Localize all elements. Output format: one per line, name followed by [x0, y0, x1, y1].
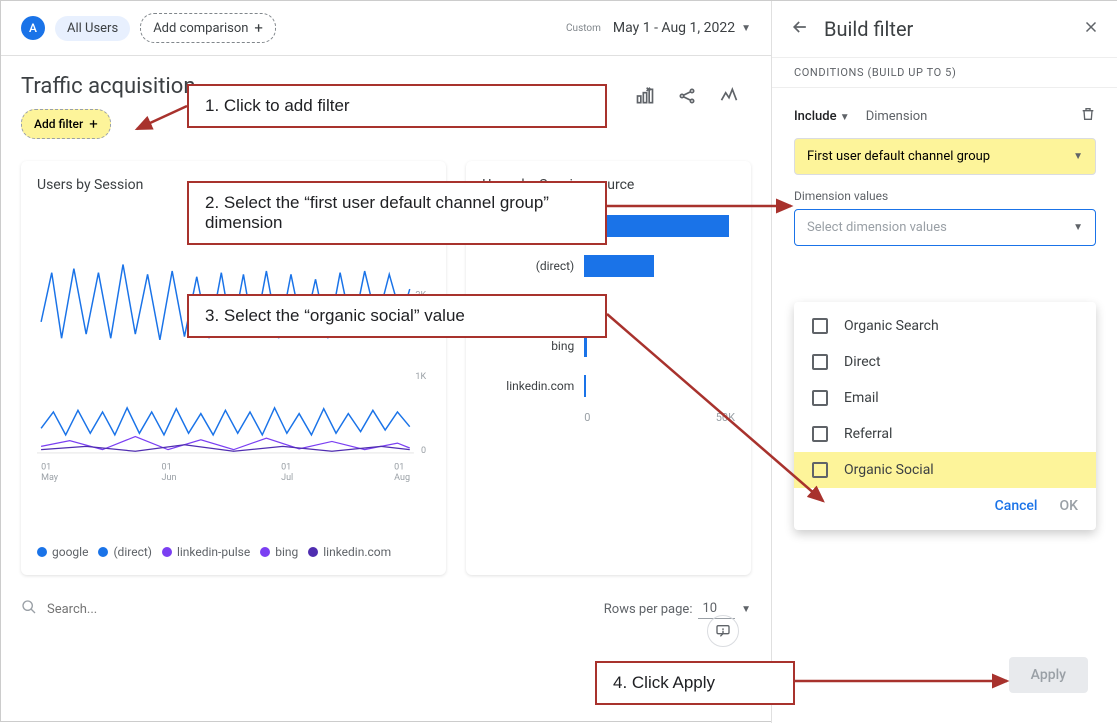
dimension-selected-text: First user default channel group — [807, 149, 990, 164]
include-toggle[interactable]: Include ▼ — [794, 109, 850, 124]
dimension-values-label: Dimension values — [794, 189, 1096, 203]
annotation-step1: 1. Click to add filter — [187, 84, 607, 128]
panel-title: Build filter — [824, 17, 1068, 41]
svg-text:01: 01 — [281, 462, 291, 472]
conditions-header: CONDITIONS (BUILD UP TO 5) — [772, 57, 1117, 88]
date-range-text: May 1 - Aug 1, 2022 — [613, 20, 735, 36]
dimension-label: Dimension — [866, 109, 928, 124]
checkbox-icon — [812, 462, 828, 478]
close-icon[interactable] — [1082, 18, 1100, 40]
svg-text:1K: 1K — [415, 372, 426, 382]
annotation-step2: 2. Select the “first user default channe… — [187, 181, 607, 245]
segment-chip-all-users[interactable]: All Users — [55, 16, 130, 41]
chart1-legend: google (direct) linkedin-pulse bing link… — [37, 545, 430, 559]
bar-fill — [584, 335, 587, 357]
bar-fill — [584, 375, 586, 397]
bar-label: bing — [482, 339, 574, 353]
option-label: Organic Social — [844, 462, 934, 478]
dimension-values-dropdown: Organic Search Direct Email Referral Organic… — [794, 302, 1096, 530]
svg-text:0: 0 — [421, 446, 426, 456]
svg-text:May: May — [41, 473, 59, 483]
dimension-values-select[interactable]: Select dimension values ▼ — [794, 209, 1096, 246]
option-label: Referral — [844, 426, 892, 442]
dimension-value-option[interactable]: Organic Social — [794, 452, 1096, 488]
search-icon — [21, 599, 37, 619]
chevron-down-icon: ▼ — [741, 23, 751, 34]
segment-avatar: A — [21, 16, 45, 40]
dimension-value-option[interactable]: Organic Search — [794, 308, 1096, 344]
svg-text:Jul: Jul — [281, 473, 293, 483]
checkbox-icon — [812, 390, 828, 406]
plus-icon: + — [89, 115, 98, 133]
insights-icon[interactable] — [719, 86, 739, 111]
option-label: Direct — [844, 354, 881, 370]
checkbox-icon — [812, 426, 828, 442]
dimension-value-option[interactable]: Referral — [794, 416, 1096, 452]
bar-row: bing — [482, 335, 735, 357]
add-comparison-label: Add comparison — [153, 21, 248, 36]
dimension-value-option[interactable]: Direct — [794, 344, 1096, 380]
bar-fill — [584, 255, 653, 277]
dropdown-ok-button[interactable]: OK — [1060, 498, 1079, 514]
chevron-down-icon: ▼ — [1073, 222, 1083, 233]
delete-condition-icon[interactable] — [1080, 106, 1096, 126]
bar-row: (direct) — [482, 255, 735, 277]
line-chart: 2K 1K 0 01 May 01 Jun 01 Jul 01 Aug — [37, 211, 430, 531]
bar-xtick: 50K — [716, 411, 735, 424]
annotation-step4: 4. Click Apply — [595, 661, 795, 705]
apply-button[interactable]: Apply — [1009, 657, 1088, 693]
add-comparison-chip[interactable]: Add comparison + — [140, 13, 276, 43]
customize-report-icon[interactable] — [635, 86, 655, 111]
plus-icon: + — [254, 19, 263, 37]
dimension-values-placeholder: Select dimension values — [807, 220, 947, 235]
chevron-down-icon: ▼ — [741, 604, 751, 615]
search-input[interactable] — [47, 602, 594, 617]
bar-label: (direct) — [482, 259, 574, 273]
rows-per-page-label: Rows per page: — [604, 602, 693, 617]
chevron-down-icon: ▼ — [1073, 151, 1083, 162]
bar-row: linkedin.com — [482, 375, 735, 397]
svg-text:01: 01 — [162, 462, 172, 472]
svg-text:01: 01 — [394, 462, 404, 472]
checkbox-icon — [812, 318, 828, 334]
annotation-step3: 3. Select the “organic social” value — [187, 294, 607, 338]
dimension-value-option[interactable]: Email — [794, 380, 1096, 416]
bar-xtick: 0 — [584, 411, 590, 424]
feedback-icon[interactable] — [707, 615, 739, 647]
svg-text:01: 01 — [41, 462, 51, 472]
date-range-picker[interactable]: Custom May 1 - Aug 1, 2022 ▼ — [566, 20, 751, 36]
back-arrow-icon[interactable] — [790, 17, 810, 41]
custom-tag: Custom — [566, 23, 601, 34]
option-label: Organic Search — [844, 318, 939, 334]
dropdown-cancel-button[interactable]: Cancel — [995, 498, 1038, 514]
bar-label: linkedin.com — [482, 379, 574, 393]
checkbox-icon — [812, 354, 828, 370]
svg-text:Aug: Aug — [394, 473, 410, 483]
svg-text:Jun: Jun — [162, 473, 177, 483]
share-icon[interactable] — [677, 86, 697, 111]
option-label: Email — [844, 390, 879, 406]
dimension-select[interactable]: First user default channel group ▼ — [794, 138, 1096, 175]
add-filter-label: Add filter — [34, 117, 83, 131]
add-filter-button[interactable]: Add filter + — [21, 109, 111, 139]
